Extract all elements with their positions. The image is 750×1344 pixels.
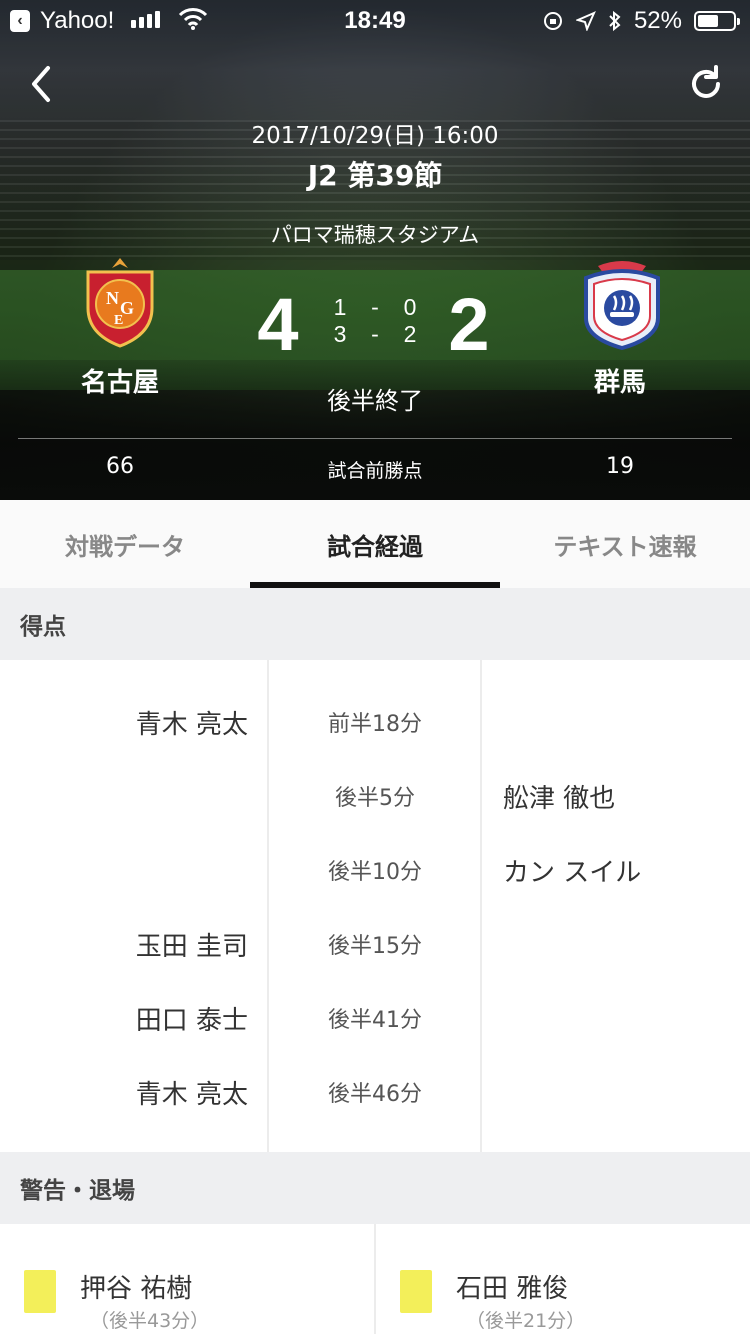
first-half-score: 1 - 0 — [333, 294, 417, 320]
goal-row: 後半10分 カン スイル — [0, 833, 750, 907]
match-date: 2017/10/29(日) 16:00 — [251, 123, 499, 149]
tab-text-live[interactable]: テキスト速報 — [500, 500, 750, 588]
away-scorer[interactable]: 舩津 徹也 — [503, 759, 615, 833]
goals-section-header: 得点 — [0, 588, 750, 660]
svg-text:E: E — [114, 313, 123, 328]
goal-time: 後半10分 — [328, 860, 422, 885]
match-round: J2 第39節 — [307, 159, 443, 192]
location-arrow-icon — [575, 11, 596, 31]
back-arrow-icon[interactable] — [24, 62, 64, 106]
goals-table: 青木 亮太 前半18分 後半5分 舩津 徹也 後半10分 カン スイル 玉田 圭… — [0, 660, 750, 1152]
home-scorer[interactable]: 青木 亮太 — [136, 1055, 248, 1129]
tab-head-to-head[interactable]: 対戦データ — [0, 500, 250, 588]
away-scorer[interactable]: カン スイル — [503, 833, 641, 907]
nagoya-grampus-crest-icon[interactable]: N G E — [74, 256, 166, 348]
yellow-card-icon — [400, 1270, 432, 1313]
goal-time: 後半5分 — [335, 786, 415, 811]
match-venue: パロマ瑞穂スタジアム — [270, 223, 480, 247]
goal-time: 後半46分 — [328, 1082, 422, 1107]
goal-time: 後半41分 — [328, 1008, 422, 1033]
goal-row: 青木 亮太 後半46分 — [0, 1055, 750, 1129]
home-scorer[interactable]: 青木 亮太 — [136, 685, 248, 759]
refresh-icon[interactable] — [684, 62, 728, 106]
svg-text:N: N — [106, 288, 119, 308]
match-status: 後半終了 — [327, 387, 423, 415]
home-scorer[interactable]: 田口 泰士 — [136, 981, 248, 1055]
yellow-card-icon — [24, 1270, 56, 1313]
carded-player-name: 押谷 祐樹 — [80, 1274, 193, 1304]
goal-row: 青木 亮太 前半18分 — [0, 685, 750, 759]
divider — [18, 438, 732, 439]
cards-table: 押谷 祐樹 （後半43分） 石田 雅俊 （後半21分） — [0, 1224, 750, 1334]
orientation-lock-icon — [543, 12, 562, 30]
card-time: （後半43分） — [90, 1310, 210, 1332]
half-scores: 1 - 0 3 - 2 — [325, 294, 425, 348]
match-header: ‹ Yahoo! 18:49 52% 2017/10/29(日) 16:00 J… — [0, 0, 750, 500]
home-score: 4 — [257, 283, 299, 366]
away-points: 19 — [606, 454, 634, 479]
goal-row: 後半5分 舩津 徹也 — [0, 759, 750, 833]
second-half-score: 3 - 2 — [333, 321, 417, 347]
goal-time: 後半15分 — [328, 934, 422, 959]
home-scorer[interactable]: 玉田 圭司 — [136, 907, 248, 981]
battery-icon — [694, 11, 740, 31]
battery-percent: 52% — [633, 7, 682, 34]
thespa-kusatsu-crest-icon[interactable] — [576, 258, 668, 350]
carded-player-name: 石田 雅俊 — [456, 1274, 569, 1304]
goal-row: 田口 泰士 後半41分 — [0, 981, 750, 1055]
cards-section-header: 警告・退場 — [0, 1152, 750, 1224]
tab-match-progress[interactable]: 試合経過 — [250, 500, 500, 588]
goal-row: 玉田 圭司 後半15分 — [0, 907, 750, 981]
bluetooth-icon — [609, 10, 621, 32]
away-score: 2 — [448, 283, 490, 366]
card-time: （後半21分） — [466, 1310, 586, 1332]
status-bar: ‹ Yahoo! 18:49 52% — [0, 0, 750, 40]
goal-time: 前半18分 — [328, 712, 422, 737]
tab-bar: 対戦データ 試合経過 テキスト速報 — [0, 500, 750, 589]
